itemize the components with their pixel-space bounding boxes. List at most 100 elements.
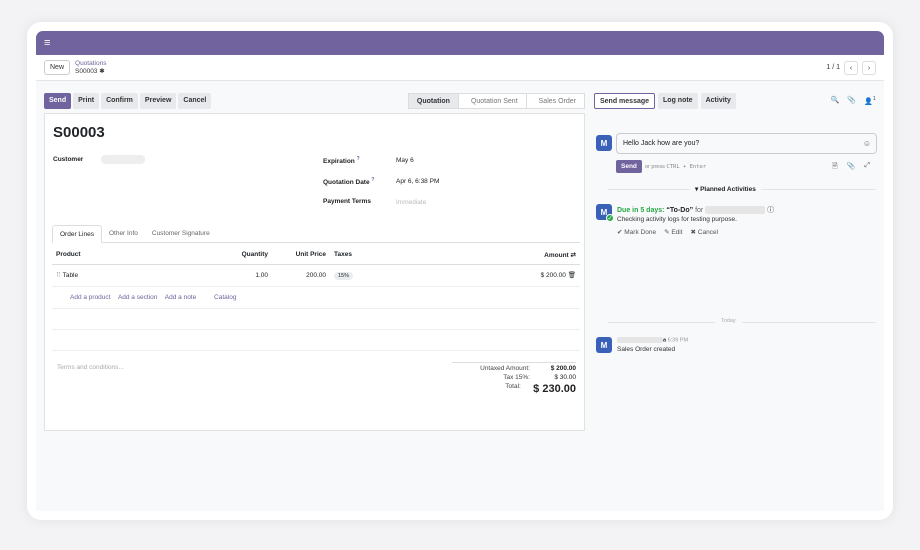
table-row[interactable]: ⠿ Table 1.00 200.00 15% $ 200.00 🗑 [52, 264, 580, 287]
status-quotation[interactable]: Quotation [407, 93, 459, 109]
col-quantity[interactable]: Quantity [222, 246, 272, 265]
attachment-icon[interactable]: 📎 [847, 162, 856, 173]
planned-activities-toggle[interactable]: ▾ Planned Activities [690, 185, 761, 193]
status-bar: Quotation Quotation Sent Sales Order [407, 93, 585, 109]
gear-icon[interactable]: ✱ [99, 68, 104, 75]
col-product[interactable]: Product [52, 246, 222, 265]
paperclip-icon[interactable]: 📎 [847, 96, 856, 105]
expiration-field[interactable]: May 6 [396, 157, 414, 164]
mark-done-label: Mark Done [624, 229, 657, 236]
cancel-label: Cancel [697, 229, 719, 236]
tax-label: Tax 15%: [503, 374, 530, 381]
notebook-tabs: Order Lines Other Info Customer Signatur… [52, 225, 580, 243]
emoji-icon[interactable]: ☺ [863, 139, 871, 148]
control-panel: New Quotations S00003 ✱ 1 / 1 ‹ › [36, 55, 884, 81]
search-icon[interactable]: 🔍 [831, 96, 840, 105]
document-icon[interactable]: 🗎 [832, 162, 838, 173]
quotation-date-field[interactable]: Apr 6, 6:38 PM [396, 178, 439, 185]
send-button[interactable]: Send [44, 93, 72, 109]
taxes-cell[interactable]: 15% [330, 264, 480, 287]
edit-activity-button[interactable]: ✎ Edit [664, 228, 682, 236]
payment-terms-label: Payment Terms [323, 198, 371, 205]
customer-field-redacted[interactable] [101, 155, 145, 164]
terms-and-conditions-field[interactable]: Terms and conditions... [57, 364, 124, 371]
add-section-link[interactable]: Add a section [118, 294, 157, 301]
activity-summary: “To-Do” [666, 207, 694, 214]
untaxed-amount-label: Untaxed Amount: [480, 365, 530, 372]
activity-note: Checking activity logs for testing purpo… [617, 216, 737, 223]
breadcrumb-quotations-link[interactable]: Quotations [75, 60, 106, 68]
expiration-label-text: Expiration [323, 158, 355, 166]
log-note-button[interactable]: Log note [658, 93, 698, 109]
tab-customer-signature[interactable]: Customer Signature [145, 225, 217, 242]
optional-columns-icon[interactable]: ⇄ [571, 252, 576, 259]
pager-value[interactable]: 1 / 1 [826, 64, 840, 71]
message-time: 6:39 PM [667, 337, 689, 344]
top-navbar: ≡ 💬10 ◷1 M [36, 31, 884, 284]
composer-send-button[interactable]: Send [616, 160, 642, 173]
table-header-row: Product Quantity Unit Price Taxes Amount… [52, 246, 580, 265]
composer-avatar: M [596, 135, 612, 151]
pager-previous-icon[interactable]: ‹ [844, 60, 858, 75]
mark-done-button[interactable]: ✔ Mark Done [617, 228, 656, 236]
pager-next-icon[interactable]: › [862, 60, 876, 75]
help-icon[interactable]: ? [357, 156, 360, 162]
message-author-suffix: a [663, 337, 667, 344]
breadcrumb: Quotations S00003 ✱ [75, 60, 106, 76]
help-icon[interactable]: ? [371, 177, 374, 183]
message-author-redacted [617, 337, 663, 343]
tab-other-info[interactable]: Other Info [102, 225, 145, 242]
status-quotation-sent[interactable]: Quotation Sent [457, 93, 527, 109]
new-button[interactable]: New [44, 60, 71, 75]
assigned-user-redacted [705, 206, 766, 215]
trash-icon[interactable]: 🗑 [568, 272, 576, 279]
today-label: Today [715, 318, 742, 324]
chatter-topbar: Send message Log note Activity [594, 93, 736, 109]
app-window: ≡ 💬10 ◷1 M New Quotations S00003 ✱ 1 / 1… [27, 22, 893, 520]
preview-button[interactable]: Preview [139, 93, 177, 109]
message-composer-input[interactable]: Hello Jack how are you? ☺ [616, 133, 877, 154]
unit-price-cell[interactable]: 200.00 [272, 264, 330, 287]
form-sheet: S00003 Customer Expiration ? May 6 Quota… [44, 113, 585, 431]
col-amount: Amount ⇄ [480, 246, 580, 265]
activity-button[interactable]: Activity [700, 93, 736, 109]
drag-handle-icon[interactable]: ⠿ [56, 272, 61, 279]
quantity-cell[interactable]: 1.00 [222, 264, 272, 287]
breadcrumb-current: S00003 [75, 67, 98, 75]
planned-activities-label: Planned Activities [700, 186, 756, 193]
composer-text: Hello Jack how are you? [623, 140, 700, 147]
hint-prefix: or press [645, 164, 665, 170]
expand-icon[interactable]: ⤢ [864, 162, 870, 173]
check-icon: ✓ [606, 214, 614, 222]
send-message-button[interactable]: Send message [594, 93, 656, 109]
print-button[interactable]: Print [73, 93, 100, 109]
payment-terms-field[interactable]: Immediate [396, 199, 426, 206]
add-note-link[interactable]: Add a note [165, 294, 196, 301]
totals-summary: Untaxed Amount: $ 200.00 Tax 15%: $ 30.00 … [452, 362, 576, 397]
col-taxes[interactable]: Taxes [330, 246, 480, 265]
confirm-button[interactable]: Confirm [101, 93, 138, 109]
col-amount-label[interactable]: Amount [544, 252, 569, 259]
untaxed-amount-value: $ 200.00 [550, 365, 576, 372]
tab-order-lines[interactable]: Order Lines [52, 225, 102, 243]
for-label: for [695, 207, 704, 214]
chatter-icons: 🔍 📎 👤1 [831, 96, 876, 105]
add-product-link[interactable]: Add a product [70, 294, 110, 301]
menu-icon[interactable]: ≡ [44, 37, 50, 49]
info-icon[interactable]: ⓘ [767, 207, 774, 214]
order-lines-table: Product Quantity Unit Price Taxes Amount… [52, 246, 580, 351]
empty-row [52, 308, 580, 330]
today-divider [608, 322, 876, 323]
activity-actions: ✔ Mark Done ✎ Edit ✖ Cancel [617, 228, 718, 236]
tax-value: $ 30.00 [554, 374, 576, 381]
chatter: Send message Log note Activity 🔍 📎 👤1 M … [594, 88, 884, 508]
message-body: Sales Order created [617, 346, 676, 353]
product-cell[interactable]: ⠿ Table [52, 264, 222, 287]
status-sales-order[interactable]: Sales Order [525, 93, 585, 109]
col-unit-price[interactable]: Unit Price [272, 246, 330, 265]
add-line-row: Add a product Add a section Add a note C… [52, 286, 580, 309]
cancel-activity-button[interactable]: ✖ Cancel [691, 228, 719, 236]
catalog-link[interactable]: Catalog [214, 294, 236, 301]
followers-icon[interactable]: 👤1 [864, 96, 876, 105]
cancel-button[interactable]: Cancel [178, 93, 212, 109]
